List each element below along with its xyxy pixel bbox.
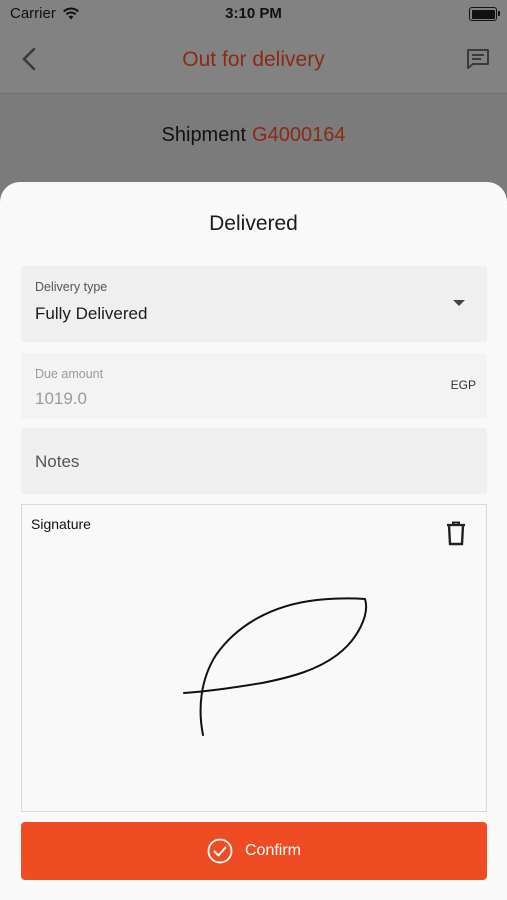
due-amount-value: 1019.0	[35, 389, 87, 408]
delivery-type-value: Fully Delivered	[35, 304, 148, 323]
dropdown-arrow-icon	[453, 300, 465, 306]
confirm-button[interactable]: Confirm	[21, 822, 487, 880]
sheet-title: Delivered	[209, 212, 298, 235]
shipment-header: Shipment G4000164	[0, 124, 507, 147]
shipment-number: G4000164	[252, 124, 346, 146]
currency-label: EGP	[450, 378, 476, 392]
notes-placeholder: Notes	[35, 452, 80, 471]
shipment-label: Shipment	[161, 124, 247, 146]
status-bar: Carrier 3:10 PM	[0, 0, 507, 28]
confirm-label: Confirm	[244, 842, 301, 859]
battery-icon	[469, 7, 500, 21]
signature-stroke	[183, 597, 368, 736]
delivery-type-label: Delivery type	[35, 280, 108, 294]
page-title: Out for delivery	[182, 48, 325, 71]
chat-icon	[467, 49, 489, 69]
signature-pad[interactable]: Signature	[21, 504, 487, 812]
delivery-type-select[interactable]: Delivery type Fully Delivered	[21, 266, 487, 342]
nav-bar: Out for delivery	[0, 28, 507, 94]
status-time: 3:10 PM	[225, 5, 282, 22]
due-amount-field: Due amount 1019.0 EGP	[21, 353, 487, 419]
notes-field[interactable]: Notes	[21, 428, 487, 494]
check-circle-icon	[207, 838, 233, 864]
due-amount-label: Due amount	[35, 367, 104, 381]
chat-button[interactable]	[463, 44, 493, 74]
delivered-sheet: Delivered Delivery type Fully Delivered …	[0, 182, 507, 900]
